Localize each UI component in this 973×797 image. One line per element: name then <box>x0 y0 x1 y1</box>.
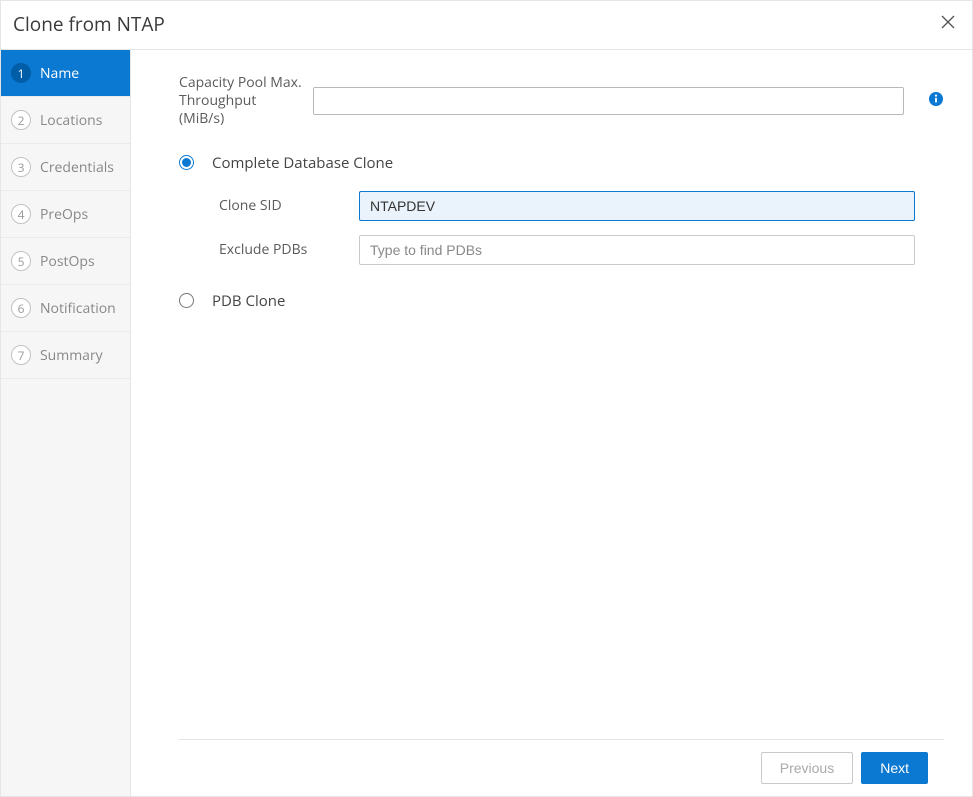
dialog-body: 1 Name 2 Locations 3 Credentials 4 PreOp… <box>1 50 972 796</box>
clone-sid-row: Clone SID <box>219 191 944 221</box>
step-number: 7 <box>11 345 31 365</box>
step-credentials[interactable]: 3 Credentials <box>1 144 130 191</box>
step-label: Name <box>40 64 79 83</box>
info-icon[interactable] <box>914 91 944 112</box>
title-bar: Clone from NTAP <box>1 1 972 50</box>
complete-clone-row: Complete Database Clone <box>179 153 944 173</box>
step-number: 1 <box>11 63 31 83</box>
exclude-pdbs-input[interactable] <box>359 235 915 265</box>
step-notification[interactable]: 6 Notification <box>1 285 130 332</box>
pdb-clone-radio[interactable] <box>179 293 194 308</box>
step-label: Summary <box>40 346 103 365</box>
close-icon[interactable] <box>940 14 956 35</box>
form-area: Capacity Pool Max. Throughput (MiB/s) Co… <box>179 74 944 739</box>
dialog-footer: Previous Next <box>179 739 944 796</box>
step-summary[interactable]: 7 Summary <box>1 332 130 379</box>
clone-sid-input[interactable] <box>359 191 915 221</box>
pdb-clone-row: PDB Clone <box>179 291 944 311</box>
exclude-pdbs-row: Exclude PDBs <box>219 235 944 265</box>
step-number: 5 <box>11 251 31 271</box>
step-label: Notification <box>40 299 116 318</box>
wizard-sidebar: 1 Name 2 Locations 3 Credentials 4 PreOp… <box>1 50 131 796</box>
step-number: 2 <box>11 110 31 130</box>
main-panel: Capacity Pool Max. Throughput (MiB/s) Co… <box>131 50 972 796</box>
step-number: 6 <box>11 298 31 318</box>
capacity-label: Capacity Pool Max. Throughput (MiB/s) <box>179 74 303 129</box>
step-locations[interactable]: 2 Locations <box>1 97 130 144</box>
step-label: PreOps <box>40 205 88 224</box>
step-label: Locations <box>40 111 102 130</box>
clone-sid-label: Clone SID <box>219 196 349 215</box>
step-postops[interactable]: 5 PostOps <box>1 238 130 285</box>
dialog-title: Clone from NTAP <box>13 11 165 37</box>
exclude-pdbs-label: Exclude PDBs <box>219 240 349 259</box>
step-preops[interactable]: 4 PreOps <box>1 191 130 238</box>
complete-clone-radio[interactable] <box>179 155 194 170</box>
pdb-clone-label: PDB Clone <box>212 291 285 311</box>
step-number: 3 <box>11 157 31 177</box>
capacity-input[interactable] <box>313 87 904 115</box>
step-label: Credentials <box>40 158 114 177</box>
clone-dialog: Clone from NTAP 1 Name 2 Locations 3 Cre… <box>0 0 973 797</box>
capacity-row: Capacity Pool Max. Throughput (MiB/s) <box>179 74 944 129</box>
previous-button[interactable]: Previous <box>761 752 853 784</box>
step-name[interactable]: 1 Name <box>1 50 130 97</box>
step-number: 4 <box>11 204 31 224</box>
complete-clone-label: Complete Database Clone <box>212 153 393 173</box>
next-button[interactable]: Next <box>861 752 928 784</box>
step-label: PostOps <box>40 252 95 271</box>
